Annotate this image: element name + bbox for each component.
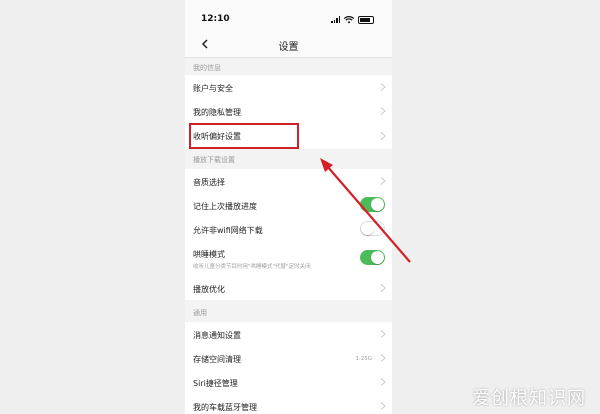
watermark: 爱创根知识网 — [472, 388, 586, 409]
arrow-annotation-icon — [320, 158, 411, 263]
